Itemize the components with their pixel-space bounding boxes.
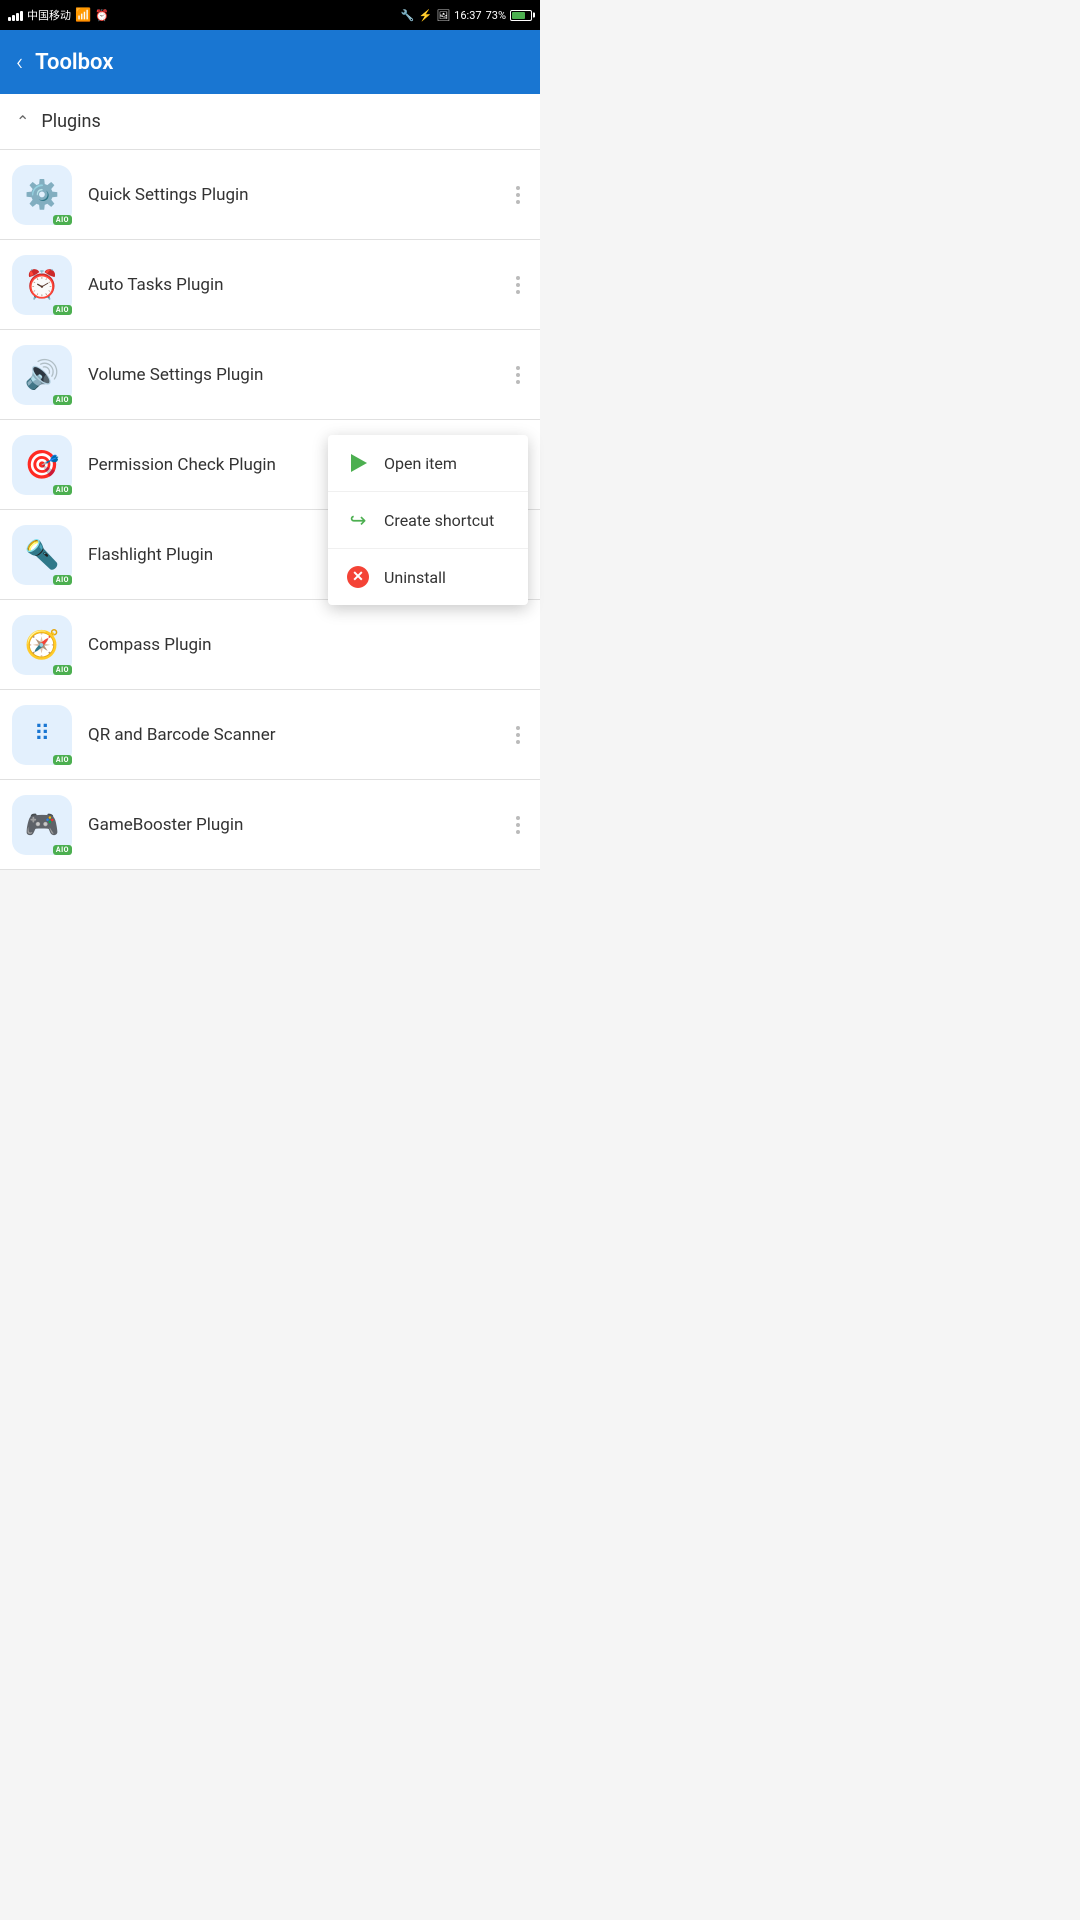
page-title: Toolbox	[35, 50, 113, 75]
plugin-icon-qr: ⠿ AIO	[12, 705, 72, 765]
image-icon: 🖼	[436, 9, 450, 22]
plugin-name: QR and Barcode Scanner	[88, 725, 508, 745]
gear-icon: ⚙️	[25, 178, 60, 211]
plugin-icon-auto-tasks: ⏰ AIO	[12, 255, 72, 315]
plugin-name: Quick Settings Plugin	[88, 185, 508, 205]
aio-badge: AIO	[53, 215, 72, 225]
more-menu-button[interactable]	[508, 808, 528, 842]
carrier-text: 中国移动	[27, 7, 71, 23]
aio-badge: AIO	[53, 305, 72, 315]
create-shortcut-label: Create shortcut	[384, 511, 494, 530]
plugin-name: GameBooster Plugin	[88, 815, 508, 835]
plugin-name: Volume Settings Plugin	[88, 365, 508, 385]
aio-badge: AIO	[53, 485, 72, 495]
plugin-icon-permission-check: 🎯 AIO	[12, 435, 72, 495]
plugin-name: Auto Tasks Plugin	[88, 275, 508, 295]
chevron-up-icon: ⌃	[16, 112, 29, 131]
battery-icon	[510, 10, 532, 21]
more-menu-button[interactable]	[508, 178, 528, 212]
play-icon	[346, 451, 370, 475]
alarm-icon: ⏰	[95, 9, 109, 22]
plugin-icon-volume-settings: 🔊 AIO	[12, 345, 72, 405]
battery-percent: 73%	[486, 9, 506, 22]
plugin-icon-flashlight: 🔦 AIO	[12, 525, 72, 585]
more-menu-button[interactable]	[508, 268, 528, 302]
battery-fill	[512, 12, 525, 19]
more-menu-button[interactable]	[508, 358, 528, 392]
list-item[interactable]: 🧭 AIO Compass Plugin	[0, 600, 540, 690]
context-menu-uninstall[interactable]: ✕ Uninstall	[328, 549, 528, 605]
plugin-icon-compass: 🧭 AIO	[12, 615, 72, 675]
aio-badge: AIO	[53, 845, 72, 855]
list-item[interactable]: ⠿ AIO QR and Barcode Scanner	[0, 690, 540, 780]
plugin-icon-gamebooster: 🎮 AIO	[12, 795, 72, 855]
volume-icon: 🔊	[25, 358, 60, 391]
back-button[interactable]: ‹	[16, 48, 23, 76]
list-item[interactable]: ⚙️ AIO Quick Settings Plugin	[0, 150, 540, 240]
eye-icon: 🎯	[25, 448, 60, 481]
share-icon: ↪	[346, 508, 370, 532]
uninstall-icon: ✕	[346, 565, 370, 589]
plugin-name: Compass Plugin	[88, 635, 528, 655]
x-circle: ✕	[347, 566, 369, 588]
status-bar: 中国移动 📶 ⏰ 🔧 ⚡ 🖼 16:37 73%	[0, 0, 540, 30]
context-menu-open-item[interactable]: Open item	[328, 435, 528, 492]
section-header-plugins[interactable]: ⌃ Plugins	[0, 94, 540, 150]
compass-icon: 🧭	[25, 628, 60, 661]
list-item[interactable]: 🔊 AIO Volume Settings Plugin	[0, 330, 540, 420]
wrench-icon: 🔧	[401, 9, 415, 22]
qr-icon: ⠿	[34, 722, 50, 747]
usb-icon: ⚡	[419, 9, 433, 22]
uninstall-label: Uninstall	[384, 568, 446, 587]
list-item[interactable]: 🎮 AIO GameBooster Plugin	[0, 780, 540, 870]
section-title-plugins: Plugins	[41, 111, 100, 132]
aio-badge: AIO	[53, 395, 72, 405]
game-icon: 🎮	[25, 808, 60, 841]
status-left: 中国移动 📶 ⏰	[8, 7, 109, 23]
aio-badge: AIO	[53, 665, 72, 675]
context-menu-create-shortcut[interactable]: ↪ Create shortcut	[328, 492, 528, 549]
more-menu-button[interactable]	[508, 718, 528, 752]
plugin-icon-quick-settings: ⚙️ AIO	[12, 165, 72, 225]
flashlight-icon: 🔦	[25, 538, 60, 571]
top-bar: ‹ Toolbox	[0, 30, 540, 94]
wifi-icon: 📶	[75, 8, 91, 23]
time-display: 16:37	[454, 9, 481, 22]
open-item-label: Open item	[384, 454, 457, 473]
clock-icon: ⏰	[25, 268, 60, 301]
status-right: 🔧 ⚡ 🖼 16:37 73%	[401, 9, 532, 22]
aio-badge: AIO	[53, 575, 72, 585]
context-menu: Open item ↪ Create shortcut ✕ Uninstall	[328, 435, 528, 605]
list-item[interactable]: ⏰ AIO Auto Tasks Plugin	[0, 240, 540, 330]
signal-bars	[8, 9, 23, 21]
aio-badge: AIO	[53, 755, 72, 765]
